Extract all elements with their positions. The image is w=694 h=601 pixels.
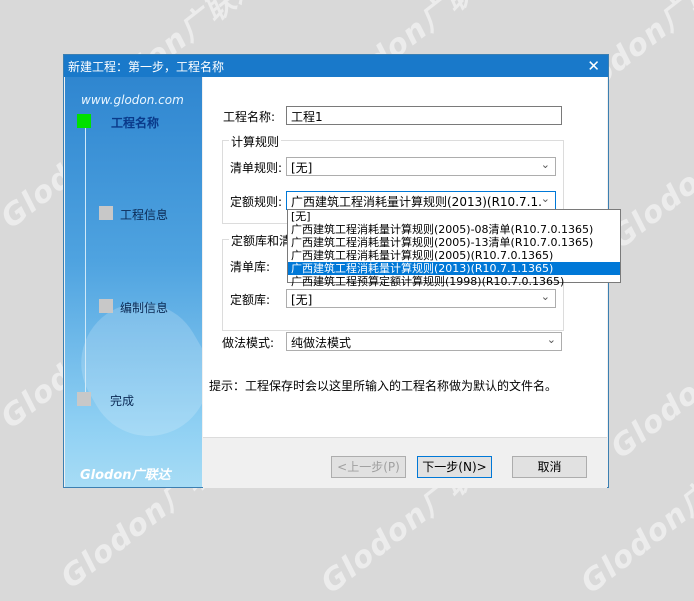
step-icon (77, 392, 91, 406)
step-connector (85, 122, 86, 400)
quota-rule-dropdown-list[interactable]: [无] 广西建筑工程消耗量计算规则(2005)-08清单(R10.7.0.136… (287, 209, 621, 288)
watermark: Glodon广联达 (604, 303, 694, 466)
title-bar[interactable]: 新建工程：第一步，工程名称 ✕ (64, 55, 608, 77)
next-button[interactable]: 下一步(N)> (417, 456, 492, 478)
step-label: 完成 (110, 394, 135, 408)
bill-lib-label: 清单库: (230, 260, 271, 274)
calc-rules-group-title: 计算规则 (229, 133, 282, 150)
chevron-down-icon: ⌄ (540, 158, 550, 171)
chevron-down-icon: ⌄ (540, 290, 550, 303)
dropdown-option[interactable]: [无] (288, 210, 620, 223)
hint-text: 提示：工程保存时会以这里所输入的工程名称做为默认的文件名。 (209, 379, 558, 393)
step-label: 工程信息 (120, 208, 169, 222)
dropdown-option[interactable]: 广西建筑工程消耗量计算规则(2005)-13清单(R10.7.0.1365) (288, 236, 620, 249)
dropdown-option-label: [无] (291, 210, 311, 223)
quota-rule-label: 定额规则: (230, 195, 283, 209)
quota-lib-label: 定额库: (230, 293, 271, 307)
glodon-logo: Glodon广联达 (80, 468, 171, 483)
cancel-button[interactable]: 取消 (512, 456, 587, 478)
sidebar-url: www.glodon.com (81, 93, 184, 107)
step-icon (99, 206, 113, 220)
step-icon (99, 299, 113, 313)
quota-lib-value: [无] (291, 293, 313, 307)
step-label: 编制信息 (120, 301, 169, 315)
dropdown-option[interactable]: 广西建筑工程消耗量计算规则(2005)-08清单(R10.7.0.1365) (288, 223, 620, 236)
chevron-down-icon: ⌄ (546, 333, 556, 346)
bill-rule-label: 清单规则: (230, 161, 283, 175)
chevron-down-icon: ⌄ (540, 192, 550, 205)
dialog-title: 新建工程：第一步，工程名称 (68, 60, 225, 74)
close-icon[interactable]: ✕ (587, 57, 600, 75)
button-bar: <上一步(P) 下一步(N)> 取消 (203, 437, 607, 488)
quota-rule-value: 广西建筑工程消耗量计算规则(2013)(R10.7.1. (291, 195, 542, 209)
prev-button[interactable]: <上一步(P) (331, 456, 406, 478)
bill-rule-select[interactable]: [无] ⌄ (286, 157, 556, 176)
dropdown-option[interactable]: 广西建筑工程消耗量计算规则(2005)(R10.7.0.1365) (288, 249, 620, 262)
quota-lib-select[interactable]: [无] ⌄ (286, 289, 556, 308)
step-label: 工程名称 (111, 116, 160, 130)
wizard-sidebar: www.glodon.com 工程名称 工程信息 编制信息 完成 Glodon广… (65, 77, 202, 487)
dropdown-option[interactable]: 广西建筑工程预算定额计算规则(1998)(R10.7.0.1365) (288, 275, 620, 288)
active-step-icon (77, 114, 91, 128)
quota-lib-group-title: 定额库和清 (229, 232, 294, 249)
method-select[interactable]: 纯做法模式 ⌄ (286, 332, 562, 351)
project-name-label: 工程名称: (223, 110, 276, 124)
bill-rule-value: [无] (291, 161, 313, 175)
method-value: 纯做法模式 (291, 336, 352, 350)
dropdown-option-selected[interactable]: 广西建筑工程消耗量计算规则(2013)(R10.7.1.1365) (288, 262, 620, 275)
quota-rule-select[interactable]: 广西建筑工程消耗量计算规则(2013)(R10.7.1. ⌄ (286, 191, 556, 210)
project-name-input[interactable]: 工程1 (286, 106, 562, 125)
method-label: 做法模式: (222, 336, 275, 350)
